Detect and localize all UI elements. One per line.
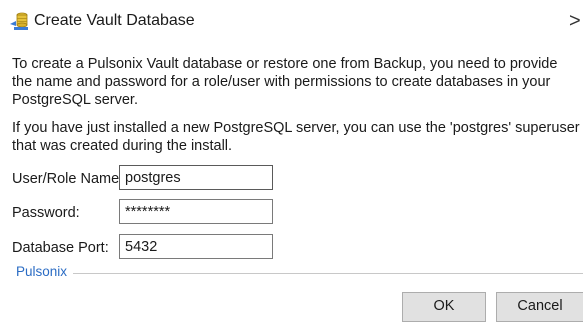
close-button[interactable]: >	[569, 6, 583, 36]
password-input[interactable]	[119, 199, 273, 224]
title-bar: Create Vault Database >	[0, 0, 583, 44]
user-role-name-input[interactable]	[119, 165, 273, 190]
window-title: Create Vault Database	[34, 12, 195, 29]
group-label: Pulsonix	[16, 264, 74, 279]
cancel-button[interactable]: Cancel	[496, 292, 583, 322]
database-port-label: Database Port:	[12, 240, 109, 256]
user-role-name-label: User/Role Name:	[12, 171, 124, 187]
ok-button[interactable]: OK	[402, 292, 486, 322]
password-label: Password:	[12, 205, 80, 221]
hint-text: If you have just installed a new Postgre…	[12, 120, 580, 154]
vault-database-icon	[8, 10, 30, 32]
intro-text: To create a Pulsonix Vault database or r…	[12, 56, 558, 108]
database-port-input[interactable]	[119, 234, 273, 259]
group-divider	[70, 273, 583, 274]
